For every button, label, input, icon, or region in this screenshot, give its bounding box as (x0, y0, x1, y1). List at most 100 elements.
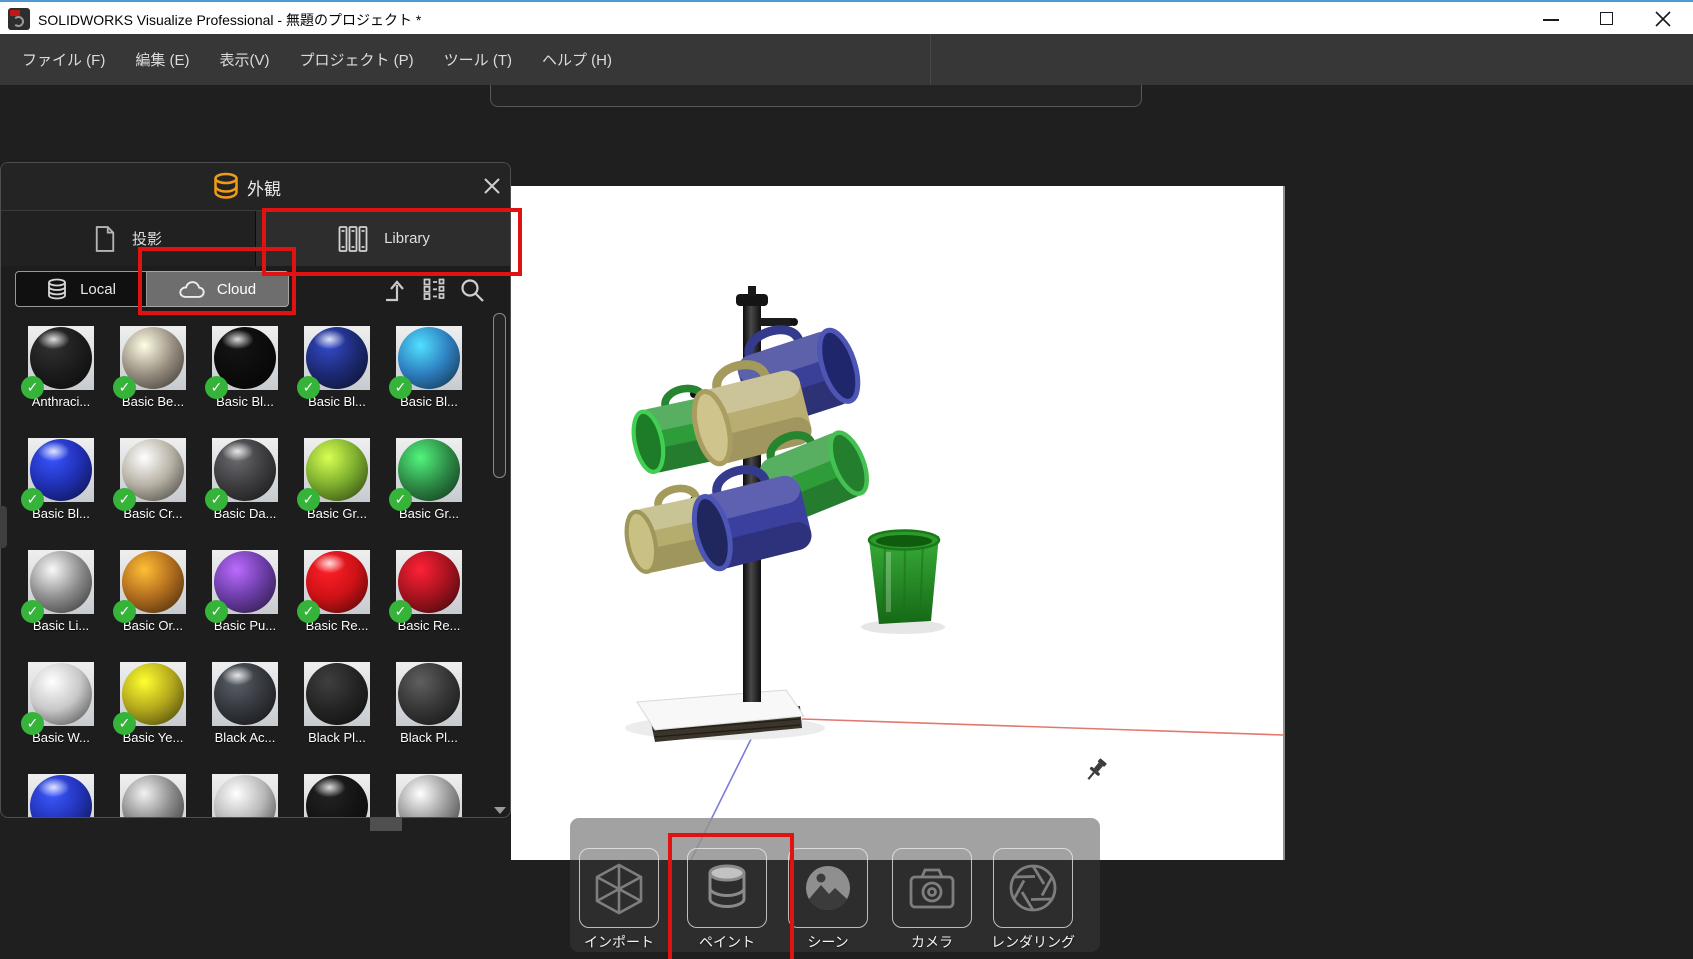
material-thumbnail: ✓ (28, 438, 94, 502)
material-sphere (122, 775, 184, 818)
material-thumbnail: ✓ (28, 774, 94, 818)
action-bar: インポート ペイント シーン カメラ レンダリング (570, 818, 1100, 952)
material-thumbnail: ✓ (212, 662, 278, 726)
material-item[interactable]: ✓ (212, 774, 278, 818)
material-name: Black Pl... (396, 730, 462, 745)
minimize-button[interactable] (1529, 2, 1574, 36)
menu-file[interactable]: ファイル (F) (22, 49, 105, 70)
material-item[interactable]: ✓ Basic W... (28, 662, 94, 745)
material-thumbnail: ✓ (396, 550, 462, 614)
material-thumbnail: ✓ (304, 438, 370, 502)
material-item[interactable]: ✓ Basic Da... (212, 438, 278, 521)
material-thumbnail: ✓ (212, 550, 278, 614)
scene-label: シーン (778, 932, 878, 952)
material-thumbnail: ✓ (304, 326, 370, 390)
material-item[interactable]: ✓ Basic Gr... (396, 438, 462, 521)
material-item[interactable]: ✓ Black Ac... (212, 662, 278, 745)
material-item[interactable]: ✓ (396, 774, 462, 818)
material-thumbnail: ✓ (304, 550, 370, 614)
material-thumbnail: ✓ (120, 662, 186, 726)
material-item[interactable]: ✓ Basic Li... (28, 550, 94, 633)
material-item[interactable]: ✓ Basic Be... (120, 326, 186, 409)
material-item[interactable]: ✓ Basic Bl... (396, 326, 462, 409)
menu-view[interactable]: 表示(V) (220, 49, 270, 70)
scrollbar-thumb[interactable] (493, 313, 506, 478)
app-icon (8, 8, 30, 30)
import-button[interactable] (579, 848, 659, 928)
menu-help[interactable]: ヘルプ (H) (542, 49, 612, 70)
title-bar: SOLIDWORKS Visualize Professional - 無題のプ… (0, 0, 1693, 34)
material-item[interactable]: ✓ Basic Gr... (304, 438, 370, 521)
check-badge: ✓ (205, 600, 228, 623)
material-thumbnail: ✓ (120, 326, 186, 390)
panel-side-handle[interactable] (0, 506, 7, 548)
close-window-button[interactable] (1641, 2, 1686, 36)
material-item[interactable]: ✓ Black Pl... (304, 662, 370, 745)
material-item[interactable]: ✓ Black Pl... (396, 662, 462, 745)
material-item[interactable]: ✓ Basic Bl... (212, 326, 278, 409)
material-thumbnail: ✓ (396, 326, 462, 390)
material-sphere (30, 775, 92, 818)
material-item[interactable]: ✓ (120, 774, 186, 818)
paint-button[interactable] (687, 848, 767, 928)
application-window: SOLIDWORKS Visualize Professional - 無題のプ… (0, 0, 1693, 959)
menu-divider (930, 34, 931, 85)
material-item[interactable]: ✓ Anthraci... (28, 326, 94, 409)
green-cup[interactable] (869, 531, 939, 625)
material-thumbnail: ✓ (212, 438, 278, 502)
ribbon-remnant (490, 85, 1142, 107)
material-name: Black Pl... (304, 730, 370, 745)
material-thumbnail: ✓ (304, 774, 370, 818)
minimize-icon (1543, 19, 1559, 21)
menu-edit[interactable]: 編集 (E) (135, 49, 189, 70)
camera-button[interactable] (892, 848, 972, 928)
material-thumbnail: ✓ (396, 662, 462, 726)
check-badge: ✓ (389, 488, 412, 511)
material-sphere (398, 775, 460, 818)
check-badge: ✓ (297, 376, 320, 399)
menu-project[interactable]: プロジェクト (P) (300, 49, 414, 70)
material-thumbnail: ✓ (28, 326, 94, 390)
pin-icon[interactable] (1086, 758, 1108, 784)
camera-icon (905, 861, 959, 915)
material-item[interactable]: ✓ Basic Or... (120, 550, 186, 633)
aperture-icon (1006, 861, 1060, 915)
check-badge: ✓ (205, 488, 228, 511)
paint-label: ペイント (677, 932, 777, 952)
check-badge: ✓ (389, 600, 412, 623)
material-item[interactable]: ✓ Basic Re... (396, 550, 462, 633)
material-item[interactable]: ✓ Basic Re... (304, 550, 370, 633)
material-thumbnail: ✓ (304, 662, 370, 726)
check-badge: ✓ (113, 376, 136, 399)
resize-fragment (370, 818, 402, 831)
material-item[interactable]: ✓ Basic Bl... (28, 438, 94, 521)
material-thumbnail: ✓ (120, 438, 186, 502)
material-item[interactable]: ✓ Basic Bl... (304, 326, 370, 409)
material-thumbnail: ✓ (212, 774, 278, 818)
check-badge: ✓ (21, 600, 44, 623)
menu-tools[interactable]: ツール (T) (444, 49, 512, 70)
material-item[interactable]: ✓ (28, 774, 94, 818)
maximize-button[interactable] (1585, 2, 1630, 36)
render-label: レンダリング (983, 932, 1083, 952)
material-item[interactable]: ✓ Basic Ye... (120, 662, 186, 745)
scroll-down-icon[interactable] (494, 807, 506, 814)
appearance-panel: 外観 投影 Library (0, 162, 511, 818)
import-label: インポート (570, 932, 669, 952)
scene-button[interactable] (788, 848, 868, 928)
check-badge: ✓ (113, 712, 136, 735)
material-item[interactable]: ✓ (304, 774, 370, 818)
material-sphere (306, 775, 368, 818)
material-item[interactable]: ✓ Basic Pu... (212, 550, 278, 633)
viewport-3d-canvas[interactable] (511, 186, 1283, 860)
check-badge: ✓ (113, 488, 136, 511)
material-thumbnail: ✓ (120, 774, 186, 818)
check-badge: ✓ (297, 488, 320, 511)
render-button[interactable] (993, 848, 1073, 928)
material-thumbnail: ✓ (212, 326, 278, 390)
viewport-right-border (1283, 186, 1285, 860)
maximize-icon (1600, 12, 1613, 25)
material-item[interactable]: ✓ Basic Cr... (120, 438, 186, 521)
material-sphere (306, 663, 368, 725)
paint-bucket-icon (700, 861, 754, 915)
